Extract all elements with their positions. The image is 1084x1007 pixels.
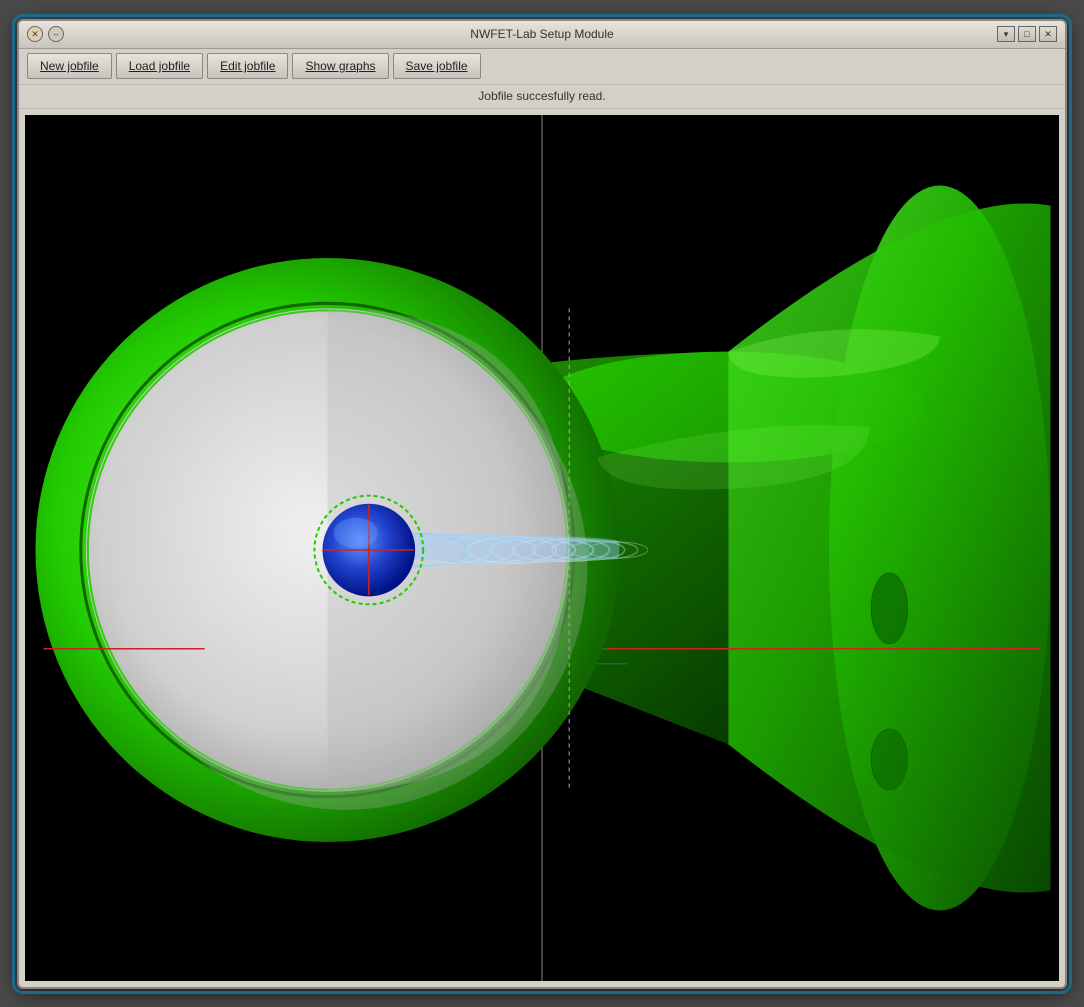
restore-icon[interactable]: □ bbox=[1018, 26, 1036, 42]
scroll-down-icon[interactable]: ▾ bbox=[997, 26, 1015, 42]
title-bar-controls-right: ▾ □ ✕ bbox=[997, 26, 1057, 42]
load-jobfile-button[interactable]: Load jobfile bbox=[116, 53, 203, 79]
3d-scene bbox=[25, 115, 1059, 981]
close-icon[interactable]: ✕ bbox=[27, 26, 43, 42]
edit-jobfile-button[interactable]: Edit jobfile bbox=[207, 53, 288, 79]
save-jobfile-button[interactable]: Save jobfile bbox=[393, 53, 481, 79]
window-title: NWFET-Lab Setup Module bbox=[470, 27, 613, 41]
status-message: Jobfile succesfully read. bbox=[478, 89, 605, 103]
title-bar-controls-left: ✕ – bbox=[27, 26, 64, 42]
3d-viewport[interactable] bbox=[25, 115, 1059, 981]
show-graphs-button[interactable]: Show graphs bbox=[292, 53, 388, 79]
new-jobfile-button[interactable]: New jobfile bbox=[27, 53, 112, 79]
title-bar: ✕ – NWFET-Lab Setup Module ▾ □ ✕ bbox=[19, 21, 1065, 49]
minimize-icon[interactable]: – bbox=[48, 26, 64, 42]
main-window: ✕ – NWFET-Lab Setup Module ▾ □ ✕ New job… bbox=[17, 19, 1067, 989]
status-bar: Jobfile succesfully read. bbox=[19, 85, 1065, 109]
toolbar: New jobfile Load jobfile Edit jobfile Sh… bbox=[19, 49, 1065, 85]
window-close-icon[interactable]: ✕ bbox=[1039, 26, 1057, 42]
